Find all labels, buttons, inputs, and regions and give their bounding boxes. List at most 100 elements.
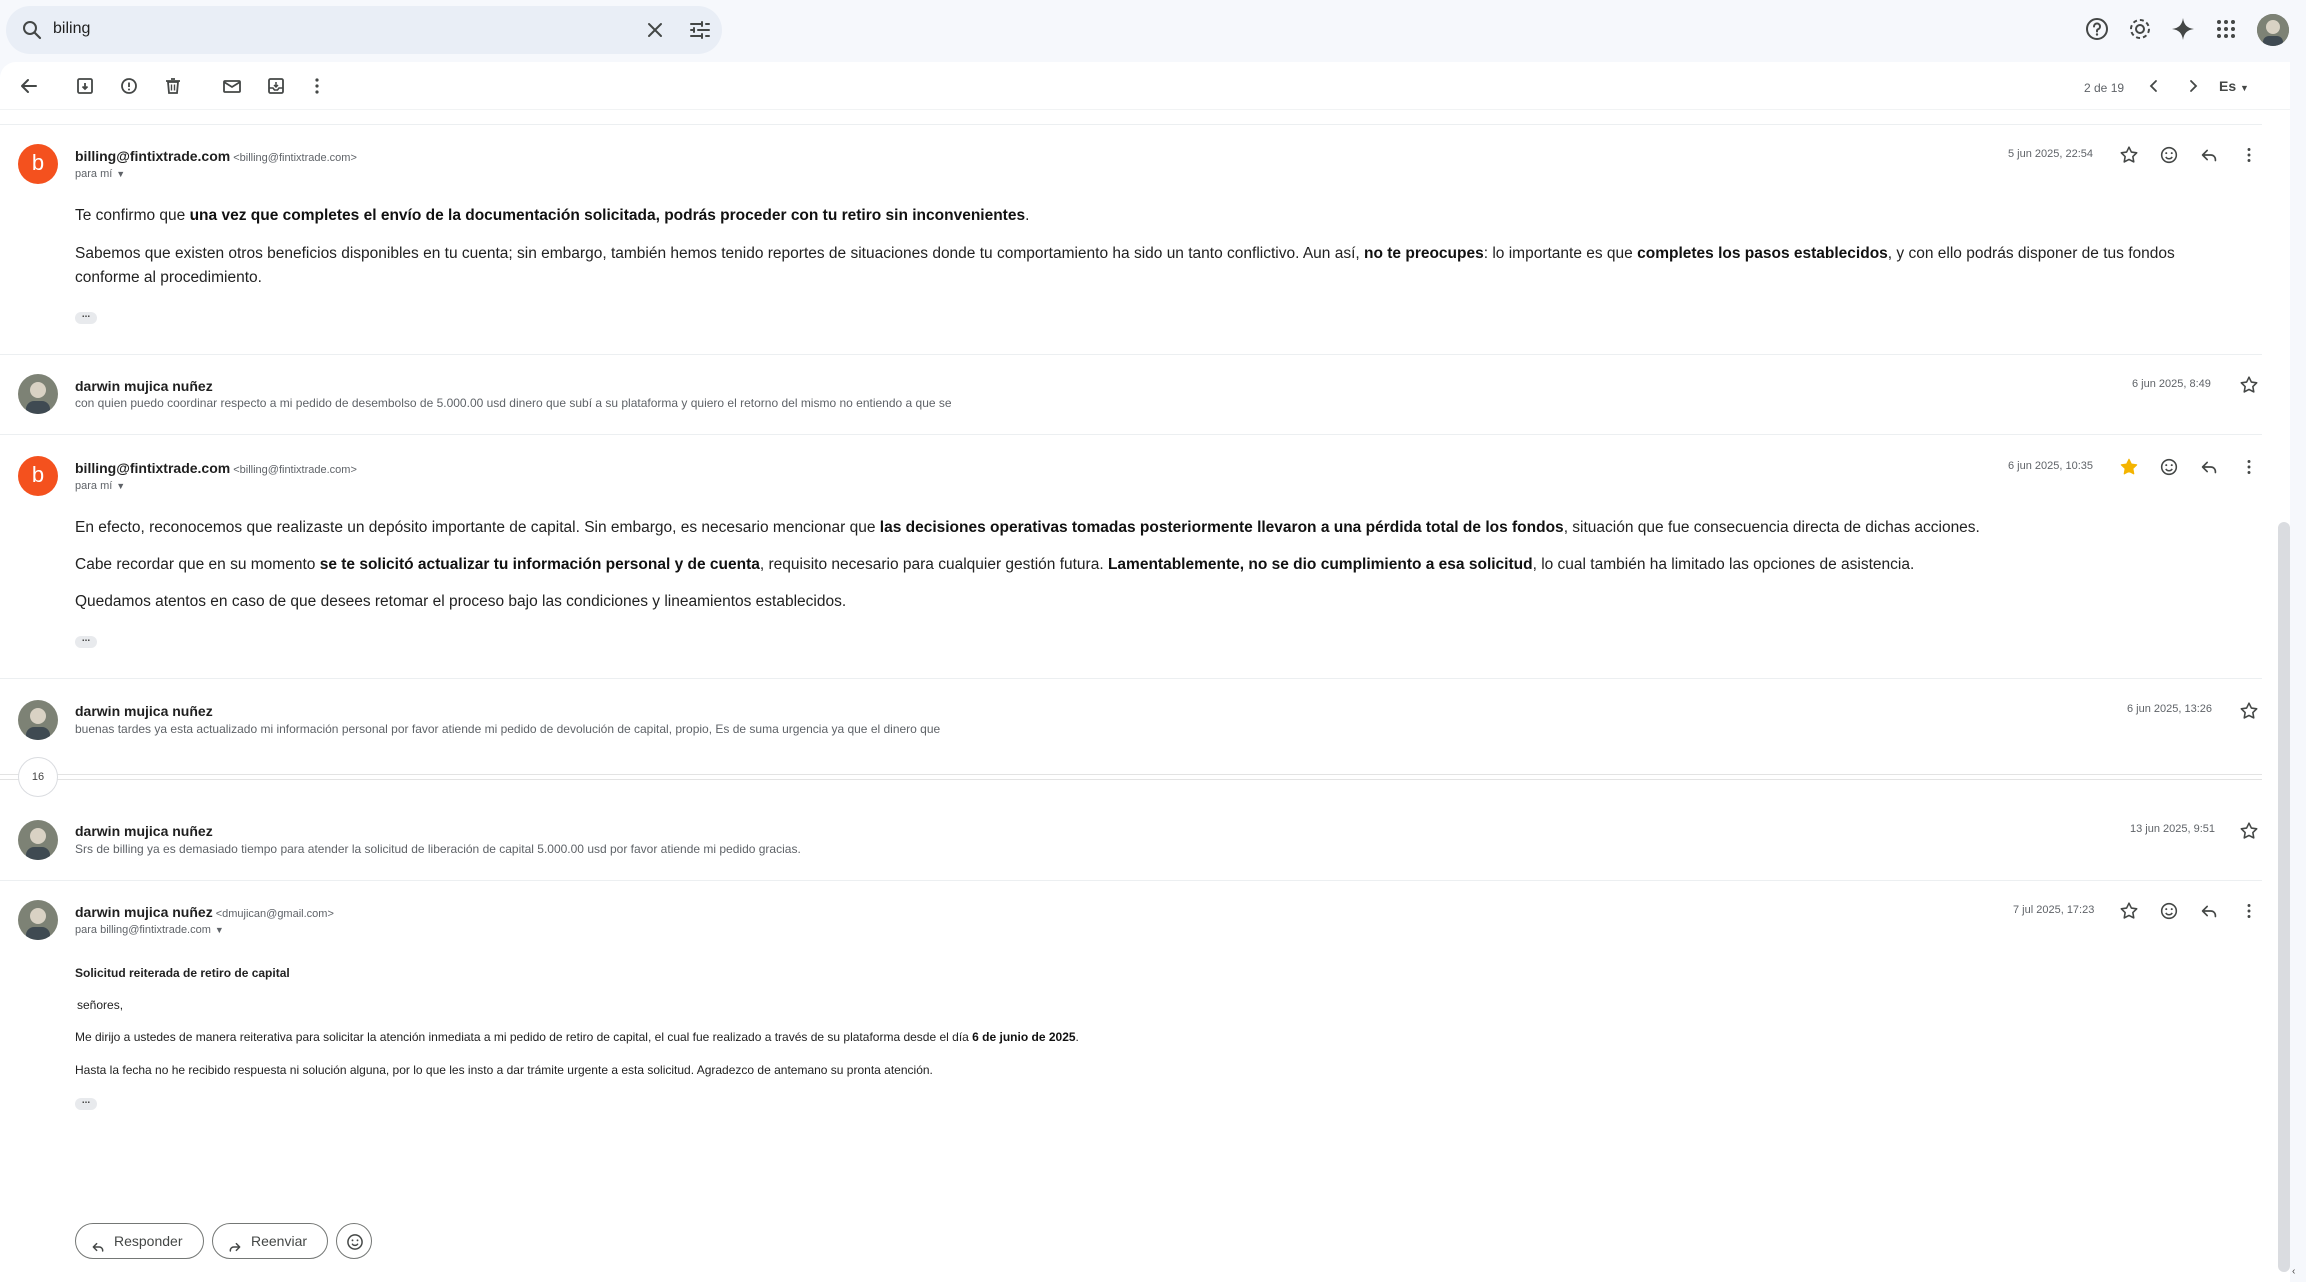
sender-name[interactable]: billing@fintixtrade.com <billing@fintixtr… [75, 460, 357, 476]
sender-name[interactable]: darwin mujica nuñez <dmujican@gmail.com> [75, 904, 334, 920]
message-date: 6 jun 2025, 10:35 [2008, 460, 2094, 472]
message-body-paragraph: Sabemos que existen otros beneficios dis… [75, 245, 2175, 286]
show-trimmed-content-button[interactable]: ... [75, 1096, 97, 1110]
chevron-down-icon: ▼ [214, 925, 224, 935]
collapsed-messages-bar[interactable] [0, 774, 2262, 780]
avatar [18, 900, 58, 940]
message-body-paragraph: Cabe recordar que en su momento se te so… [75, 556, 1915, 573]
message-date: 13 jun 2025, 9:51 [2130, 823, 2216, 835]
recipient-label: para mí [75, 168, 113, 180]
account-avatar[interactable] [2257, 14, 2289, 46]
message-body-paragraph: Me dirijo a ustedes de manera reiterativ… [75, 1030, 1079, 1044]
reply-icon[interactable] [2198, 456, 2220, 478]
emoji-reaction-icon[interactable] [2158, 456, 2180, 478]
more-vert-icon[interactable] [305, 74, 329, 98]
sender-name[interactable]: darwin mujica nuñez [75, 378, 213, 394]
avatar [18, 374, 58, 414]
reply-icon[interactable] [2198, 900, 2220, 922]
star-icon[interactable] [2118, 144, 2140, 166]
pagination-count: 2 de 19 [2084, 81, 2125, 95]
star-icon[interactable] [2118, 900, 2140, 922]
sender-email: <billing@fintixtrade.com> [233, 152, 357, 164]
message-panel: 2 de 19 Es ▼ b billing@fintixtrade.com <b… [0, 62, 2290, 1282]
thread-toolbar: 2 de 19 Es ▼ [0, 62, 2290, 110]
message-date: 6 jun 2025, 13:26 [2127, 703, 2213, 715]
message-snippet[interactable]: Srs de billing ya es demasiado tiempo pa… [75, 842, 801, 856]
avatar: b [18, 456, 58, 496]
gear-icon[interactable] [2125, 14, 2155, 46]
message-body-paragraph: Te confirmo que una vez que completes el… [75, 207, 1030, 224]
star-filled-icon[interactable] [2118, 456, 2140, 478]
collapsed-count-button[interactable]: 16 [18, 757, 58, 797]
message-snippet[interactable]: con quien puedo coordinar respecto a mi … [75, 396, 952, 410]
sender-email: <dmujican@gmail.com> [215, 908, 334, 920]
star-icon[interactable] [2238, 820, 2260, 842]
more-vert-icon[interactable] [2238, 144, 2260, 166]
sender-name[interactable]: darwin mujica nuñez [75, 823, 213, 839]
search-input[interactable]: biling [53, 20, 90, 38]
message-subject: Solicitud reiterada de retiro de capital [75, 966, 290, 980]
recipient-line[interactable]: para billing@fintixtrade.com ▼ [75, 924, 224, 936]
search-options-icon[interactable] [688, 18, 712, 42]
emoji-icon [347, 1234, 363, 1250]
chevron-right-icon[interactable] [2181, 74, 2205, 98]
chevron-left-icon[interactable] [2142, 74, 2166, 98]
avatar [18, 820, 58, 860]
archive-icon[interactable] [73, 74, 97, 98]
avatar [18, 700, 58, 740]
sender-email: <billing@fintixtrade.com> [233, 464, 357, 476]
scroll-arrow-icon[interactable]: ‹ [2292, 1266, 2304, 1280]
show-trimmed-content-button[interactable]: ... [75, 634, 97, 648]
message-date: 5 jun 2025, 22:54 [2008, 148, 2094, 160]
move-to-icon[interactable] [264, 74, 288, 98]
message-body-paragraph: En efecto, reconocemos que realizaste un… [75, 519, 1980, 536]
top-bar: biling [0, 0, 2306, 62]
apps-grid-icon[interactable] [2211, 14, 2241, 46]
star-icon[interactable] [2238, 700, 2260, 722]
divider [0, 434, 2262, 435]
search-bar[interactable]: biling [6, 6, 722, 54]
chevron-down-icon: ▼ [116, 169, 126, 179]
more-vert-icon[interactable] [2238, 456, 2260, 478]
reply-label: Responder [114, 1233, 183, 1249]
avatar: b [18, 144, 58, 184]
help-icon[interactable] [2082, 14, 2112, 46]
trash-icon[interactable] [161, 74, 185, 98]
reply-icon[interactable] [2198, 144, 2220, 166]
scrollbar-thumb[interactable] [2278, 522, 2290, 1272]
emoji-reaction-icon[interactable] [2158, 900, 2180, 922]
close-icon[interactable] [643, 18, 667, 42]
reply-button[interactable]: Responder [75, 1223, 204, 1259]
emoji-reaction-button[interactable] [336, 1223, 372, 1259]
mark-unread-icon[interactable] [220, 74, 244, 98]
more-vert-icon[interactable] [2238, 900, 2260, 922]
back-arrow-icon[interactable] [17, 74, 41, 98]
message-body-paragraph: Quedamos atentos en caso de que desees r… [75, 593, 847, 610]
search-icon[interactable] [20, 18, 44, 42]
recipient-label: para mí [75, 480, 113, 492]
sender-name[interactable]: darwin mujica nuñez [75, 703, 213, 719]
language-selector[interactable]: Es ▼ [2219, 78, 2249, 94]
recipient-line[interactable]: para mí ▼ [75, 168, 125, 180]
gemini-sparkle-icon[interactable] [2168, 14, 2198, 46]
sender-label: darwin mujica nuñez [75, 904, 213, 920]
forward-label: Reenviar [251, 1233, 308, 1249]
chevron-down-icon: ▼ [2240, 83, 2249, 93]
divider [0, 880, 2262, 881]
recipient-line[interactable]: para mí ▼ [75, 480, 125, 492]
message-snippet[interactable]: buenas tardes ya esta actualizado mi inf… [75, 722, 940, 736]
forward-icon [227, 1233, 243, 1252]
divider [0, 354, 2262, 355]
recipient-label: para billing@fintixtrade.com [75, 924, 211, 936]
reply-icon [90, 1233, 106, 1252]
report-spam-icon[interactable] [117, 74, 141, 98]
forward-button[interactable]: Reenviar [212, 1223, 328, 1259]
divider [0, 124, 2262, 125]
message-date: 6 jun 2025, 8:49 [2132, 378, 2211, 390]
chevron-down-icon: ▼ [116, 481, 126, 491]
language-label: Es [2219, 78, 2237, 94]
emoji-reaction-icon[interactable] [2158, 144, 2180, 166]
show-trimmed-content-button[interactable]: ... [75, 310, 97, 324]
star-icon[interactable] [2238, 374, 2260, 396]
sender-name[interactable]: billing@fintixtrade.com <billing@fintixtr… [75, 148, 357, 164]
